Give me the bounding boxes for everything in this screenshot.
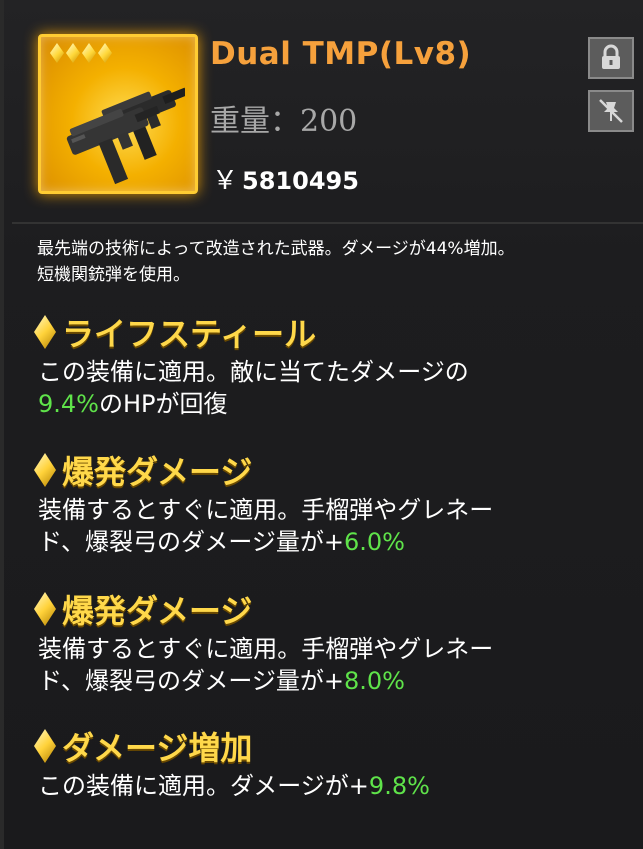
yen-symbol: ￥ — [212, 166, 239, 196]
lock-button[interactable] — [588, 37, 634, 79]
skill-description: この装備に適用。ダメージが+9.8% — [34, 770, 634, 802]
star-icon — [82, 43, 96, 63]
divider — [12, 222, 643, 224]
skill-description: この装備に適用。敵に当てたダメージの 9.4%のHPが回復 — [34, 356, 634, 420]
item-icon-frame — [38, 34, 198, 194]
skill-lifesteal: ライフスティール この装備に適用。敵に当てたダメージの 9.4%のHPが回復 — [34, 312, 634, 420]
item-name: Dual TMP(Lv8) — [210, 36, 472, 72]
skill-value: 9.8% — [368, 772, 430, 800]
skill-description: 装備するとすぐに適用。手榴弾やグレネー ド、爆裂弓のダメージ量が+6.0% — [34, 494, 634, 558]
skill-description: 装備するとすぐに適用。手榴弾やグレネー ド、爆裂弓のダメージ量が+8.0% — [34, 633, 634, 697]
description-line: 短機関銃弾を使用。 — [37, 265, 190, 285]
skill-text-line: この装備に適用。ダメージが+9.8% — [38, 770, 634, 802]
description-line: 最先端の技術によって改造された武器。ダメージが44%増加。 — [37, 239, 515, 259]
skill-damage-increase: ダメージ増加 この装備に適用。ダメージが+9.8% — [34, 726, 634, 802]
skill-text-prefix: ド、爆裂弓のダメージ量が+ — [38, 528, 344, 556]
diamond-icon — [34, 315, 56, 349]
skill-suffix: のHPが回復 — [98, 390, 228, 418]
pin-button[interactable] — [588, 90, 634, 132]
skill-text-line: この装備に適用。敵に当てたダメージの — [38, 358, 469, 386]
skill-text-prefix: この装備に適用。ダメージが+ — [38, 772, 369, 800]
star-icon — [50, 43, 64, 63]
skill-explosive-damage: 爆発ダメージ 装備するとすぐに適用。手榴弾やグレネー ド、爆裂弓のダメージ量が+… — [34, 450, 634, 558]
diamond-icon — [34, 453, 56, 487]
item-header: Dual TMP(Lv8) 重量：200 ￥ 5810495 — [4, 0, 643, 225]
skill-name: 爆発ダメージ — [62, 453, 253, 491]
star-icon — [98, 43, 112, 63]
pin-off-icon — [599, 99, 623, 123]
skill-text-line: 装備するとすぐに適用。手榴弾やグレネー — [38, 635, 494, 663]
skill-text-line: ド、爆裂弓のダメージ量が+6.0% — [38, 526, 634, 558]
skill-header: ダメージ増加 — [34, 726, 634, 767]
submachine-gun-icon — [66, 87, 185, 185]
skill-name: 爆発ダメージ — [62, 592, 253, 630]
skill-text-prefix: ド、爆裂弓のダメージ量が+ — [38, 667, 344, 695]
skill-name: ライフスティール — [62, 315, 317, 353]
skill-text-line: 装備するとすぐに適用。手榴弾やグレネー — [38, 496, 494, 524]
diamond-icon — [34, 592, 56, 626]
diamond-icon — [34, 729, 56, 763]
lock-icon — [602, 44, 620, 69]
skill-header: ライフスティール — [34, 312, 634, 353]
price-value: 5810495 — [242, 167, 359, 195]
skill-name: ダメージ増加 — [62, 729, 253, 767]
skill-header: 爆発ダメージ — [34, 589, 634, 630]
skill-value: 8.0% — [343, 667, 405, 695]
rarity-stars — [50, 43, 112, 63]
skill-text-line: ド、爆裂弓のダメージ量が+8.0% — [38, 665, 634, 697]
skill-value: 9.4% — [38, 390, 99, 418]
skill-text-line: 9.4%のHPが回復 — [38, 388, 634, 420]
item-description: 最先端の技術によって改造された武器。ダメージが44%増加。 短機関銃弾を使用。 — [37, 236, 637, 288]
skill-header: 爆発ダメージ — [34, 450, 634, 491]
skill-explosive-damage: 爆発ダメージ 装備するとすぐに適用。手榴弾やグレネー ド、爆裂弓のダメージ量が+… — [34, 589, 634, 697]
skill-value: 6.0% — [343, 528, 405, 556]
item-detail-panel: Dual TMP(Lv8) 重量：200 ￥ 5810495 最先端の技術によっ… — [0, 0, 643, 849]
item-price: ￥ 5810495 — [212, 160, 359, 197]
item-weight: 重量：200 — [210, 104, 358, 139]
star-icon — [66, 43, 80, 63]
